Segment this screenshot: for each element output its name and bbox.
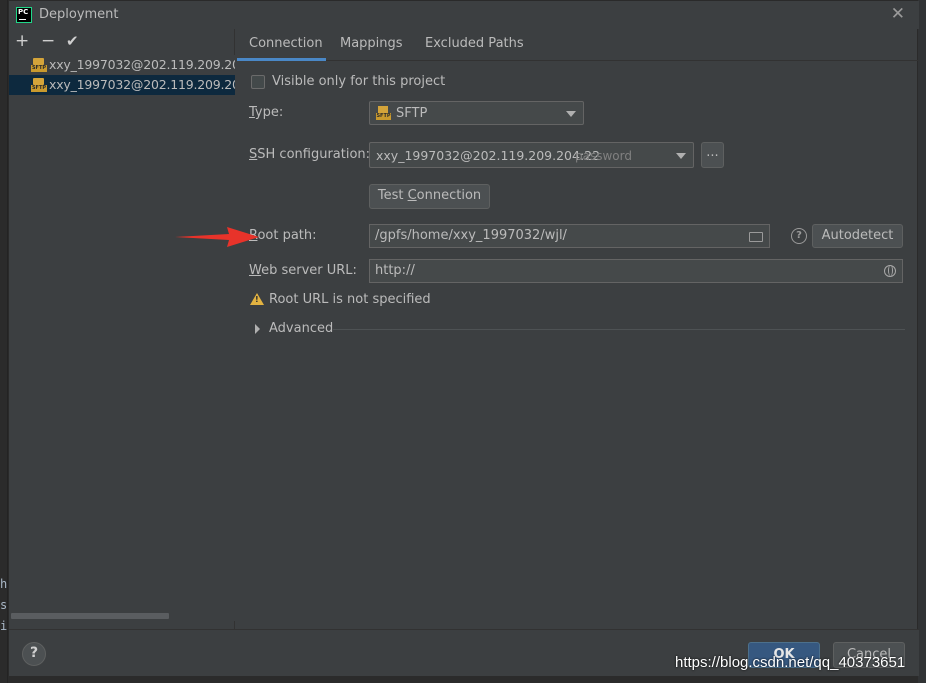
- background-code-glyph: h: [0, 577, 8, 591]
- background-code-glyph: i: [0, 619, 8, 633]
- help-button[interactable]: ?: [22, 642, 46, 666]
- warning-text: Root URL is not specified: [269, 292, 431, 307]
- close-icon[interactable]: ✕: [891, 4, 905, 24]
- window-title: Deployment: [39, 7, 119, 22]
- pycharm-icon-text: PC: [18, 8, 29, 16]
- type-label: Type:: [249, 105, 283, 120]
- tab-connection[interactable]: Connection: [249, 36, 323, 51]
- chevron-right-icon[interactable]: [255, 324, 260, 334]
- ssh-config-select[interactable]: xxy_1997032@202.119.209.204:22 password: [369, 142, 694, 168]
- ssh-label-rest: SH configuration:: [257, 147, 371, 162]
- test-connection-button[interactable]: Test Connection: [369, 184, 490, 209]
- pycharm-icon: PC: [16, 7, 32, 23]
- advanced-separator: [333, 329, 905, 330]
- autodetect-button[interactable]: Autodetect: [812, 224, 903, 248]
- server-list: SFTP xxy_1997032@202.119.209.204:2 SFTP …: [9, 55, 235, 621]
- root-path-rest: oot path:: [257, 228, 317, 243]
- deployment-dialog: PC Deployment ✕ + − ✔ SFTP xxy_1997032@2…: [8, 0, 919, 676]
- sftp-icon-text: SFTP: [376, 113, 391, 120]
- web-server-url-label: Web server URL:: [249, 263, 357, 278]
- connection-form: Visible only for this project Type: SFTP…: [237, 62, 919, 628]
- set-default-server-button[interactable]: ✔: [66, 31, 79, 51]
- active-tab-indicator: [237, 58, 326, 61]
- sftp-icon-text: SFTP: [31, 85, 47, 92]
- server-list-item[interactable]: SFTP xxy_1997032@202.119.209.204:2: [9, 55, 235, 75]
- server-list-item-selected[interactable]: SFTP xxy_1997032@202.119.209.204:2: [9, 75, 235, 95]
- chevron-down-icon: [566, 111, 576, 117]
- web-url-rest: eb server URL:: [261, 263, 357, 278]
- test-connection-accel: C: [407, 188, 417, 203]
- background-code-glyph: s: [0, 598, 8, 612]
- remove-server-button[interactable]: −: [41, 31, 55, 51]
- web-server-url-input[interactable]: http://: [369, 259, 903, 283]
- server-list-item-label: xxy_1997032@202.119.209.204:2: [49, 57, 235, 72]
- tab-excluded-paths[interactable]: Excluded Paths: [425, 36, 524, 51]
- folder-icon[interactable]: [749, 232, 763, 242]
- ssh-config-value: xxy_1997032@202.119.209.204:22: [376, 148, 601, 163]
- type-select-value: SFTP: [396, 106, 428, 121]
- advanced-section-toggle[interactable]: Advanced: [269, 321, 333, 336]
- server-list-toolbar: + − ✔: [9, 29, 235, 55]
- web-url-accel: W: [249, 263, 262, 278]
- annotation-arrow: [175, 227, 259, 247]
- root-path-input[interactable]: /gpfs/home/xxy_1997032/wjl/: [369, 224, 770, 248]
- type-select[interactable]: SFTP SFTP: [369, 101, 584, 125]
- root-path-value: /gpfs/home/xxy_1997032/wjl/: [375, 228, 567, 243]
- sftp-icon: SFTP: [31, 77, 47, 93]
- background-editor-right: [918, 0, 926, 683]
- horizontal-scrollbar[interactable]: [11, 613, 169, 619]
- sftp-icon-text: SFTP: [31, 65, 47, 72]
- visible-only-checkbox[interactable]: [251, 75, 265, 89]
- title-bar: PC Deployment ✕: [9, 1, 919, 29]
- ssh-config-more-button[interactable]: ...: [701, 142, 724, 168]
- ssh-config-label: SSH configuration:: [249, 147, 370, 162]
- test-connection-rest: onnection: [416, 188, 482, 203]
- server-list-panel: + − ✔ SFTP xxy_1997032@202.119.209.204:2…: [9, 29, 235, 629]
- warning-icon: !: [250, 293, 264, 305]
- visible-only-label: Visible only for this project: [272, 74, 446, 89]
- add-server-button[interactable]: +: [15, 31, 29, 51]
- type-label-rest: ype:: [254, 105, 284, 120]
- server-list-item-label: xxy_1997032@202.119.209.204:2: [49, 77, 235, 92]
- sftp-icon: SFTP: [31, 57, 47, 73]
- watermark: https://blog.csdn.net/qq_40373651: [675, 654, 906, 671]
- web-server-url-value: http://: [375, 263, 415, 278]
- chevron-down-icon: [676, 153, 686, 159]
- root-path-label: Root path:: [249, 228, 317, 243]
- test-connection-pre: Test: [377, 188, 408, 203]
- help-icon[interactable]: ?: [791, 228, 807, 244]
- tab-bar: Connection Mappings Excluded Paths: [237, 29, 919, 61]
- globe-icon[interactable]: [884, 265, 896, 277]
- tab-mappings[interactable]: Mappings: [340, 36, 403, 51]
- sftp-icon: SFTP: [376, 106, 391, 121]
- ssh-config-hint: password: [575, 149, 632, 163]
